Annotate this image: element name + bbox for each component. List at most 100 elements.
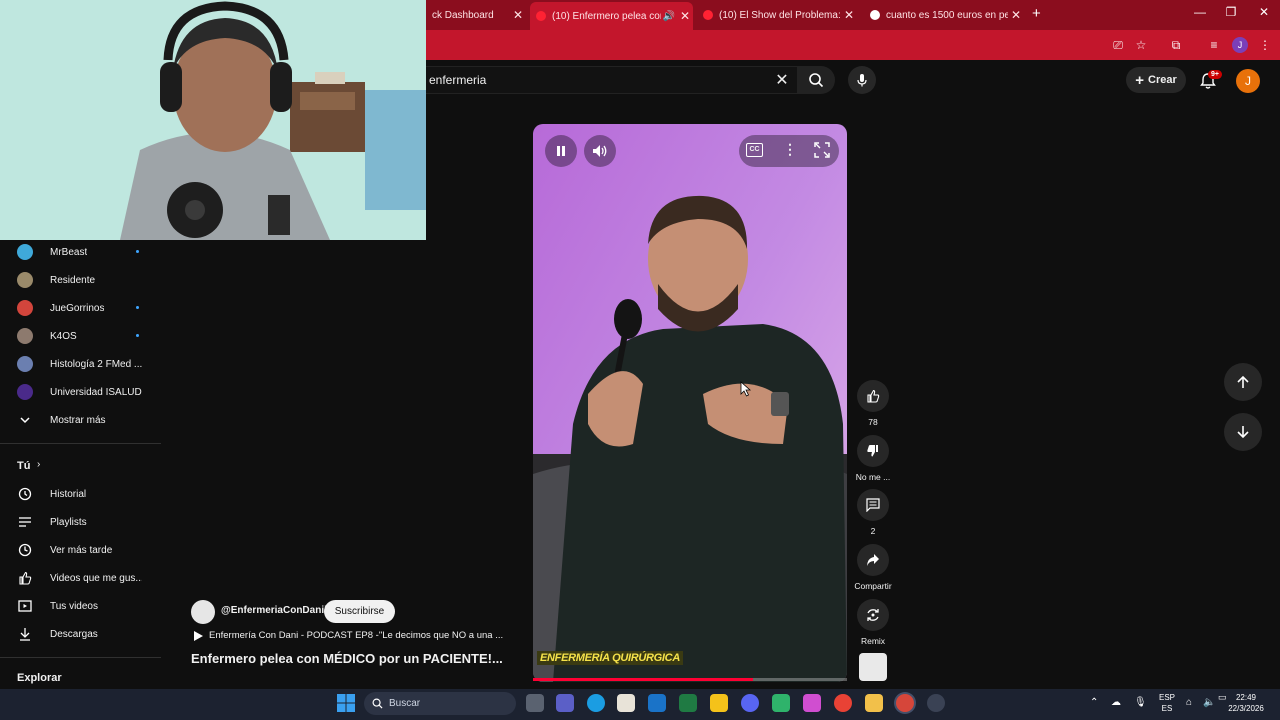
- sidebar-item-histologia[interactable]: Histología 2 FMed ...: [0, 350, 162, 378]
- windows-start-icon[interactable]: [337, 694, 355, 712]
- new-content-dot: [136, 306, 139, 309]
- video-progress-bar[interactable]: [533, 678, 847, 681]
- store-icon[interactable]: [617, 694, 635, 712]
- search-query[interactable]: enfermeria: [429, 73, 486, 87]
- task-view-icon[interactable]: [526, 694, 544, 712]
- search-icon: [372, 698, 383, 709]
- webcam-person-image: [0, 0, 426, 240]
- clock-widget[interactable]: 22:49 22/3/2026: [1224, 692, 1268, 714]
- remix-button[interactable]: [857, 599, 889, 631]
- subscribe-button[interactable]: Suscribirse: [324, 600, 395, 623]
- sidebar-item-descargas[interactable]: Descargas: [0, 620, 162, 648]
- browser-menu-icon[interactable]: ⋮: [1257, 37, 1273, 53]
- app-icon[interactable]: [772, 694, 790, 712]
- playlists-icon: [17, 514, 33, 530]
- sidebar-divider: [0, 657, 161, 658]
- play-icon: [194, 630, 203, 641]
- discord-icon[interactable]: [741, 694, 759, 712]
- network-icon[interactable]: ⌂: [1186, 697, 1192, 708]
- edge-icon[interactable]: [587, 694, 605, 712]
- sidebar-item-label: Residente: [50, 274, 96, 286]
- sticky-notes-icon[interactable]: [710, 694, 728, 712]
- more-options-icon[interactable]: ⋮: [783, 141, 797, 158]
- channel-avatar: [17, 300, 33, 316]
- previous-short-button[interactable]: [1224, 363, 1262, 401]
- shorts-video-player[interactable]: [533, 124, 847, 682]
- youtube-favicon-icon: [536, 11, 546, 21]
- chrome-active-icon[interactable]: [896, 694, 914, 712]
- settings-gear-icon[interactable]: [927, 694, 945, 712]
- search-button[interactable]: [797, 66, 835, 94]
- captions-icon[interactable]: CC: [746, 143, 763, 157]
- tab-dashboard[interactable]: ck Dashboard ✕: [426, 3, 526, 27]
- voice-search-button[interactable]: [848, 66, 876, 94]
- sidebar-item-label: MrBeast: [50, 246, 88, 258]
- sidebar-item-residente[interactable]: Residente: [0, 266, 162, 294]
- window-close-icon[interactable]: ✕: [1254, 5, 1274, 19]
- sidebar-section-you[interactable]: Tú ›: [0, 452, 162, 480]
- file-explorer-icon[interactable]: [865, 694, 883, 712]
- close-icon[interactable]: ✕: [841, 8, 857, 22]
- extensions-icon[interactable]: ⧉: [1168, 37, 1184, 53]
- browser-profile-avatar[interactable]: J: [1232, 37, 1248, 53]
- search-icon: [809, 73, 824, 88]
- volume-button[interactable]: [584, 135, 616, 167]
- tab-show-del-problema[interactable]: (10) El Show del Problema: Prog ✕: [697, 3, 857, 27]
- outlook-icon[interactable]: [648, 694, 666, 712]
- sidebar-item-tus-videos[interactable]: Tus videos: [0, 592, 162, 620]
- cast-icon[interactable]: ⎚: [1110, 37, 1126, 53]
- bookmark-star-icon[interactable]: ☆: [1133, 37, 1149, 53]
- sidebar-item-historial[interactable]: Historial: [0, 480, 162, 508]
- clear-search-icon[interactable]: ✕: [772, 70, 792, 90]
- chevron-up-icon[interactable]: ⌃: [1090, 697, 1098, 708]
- thumbs-up-icon: [17, 570, 33, 586]
- tab-title: (10) Enfermero pelea con M: [552, 10, 661, 22]
- sidebar-item-playlists[interactable]: Playlists: [0, 508, 162, 536]
- minimize-icon[interactable]: —: [1190, 5, 1210, 19]
- comments-button[interactable]: [857, 489, 889, 521]
- new-tab-button[interactable]: +: [1032, 5, 1041, 22]
- sidebar-item-k4os[interactable]: K4OS: [0, 322, 162, 350]
- speaker-icon[interactable]: 🔊: [661, 11, 677, 22]
- thumbs-up-icon: [867, 389, 880, 403]
- media-control-icon[interactable]: ≡: [1206, 37, 1222, 53]
- excel-icon[interactable]: [679, 694, 697, 712]
- channel-name[interactable]: @EnfermeriaConDanii: [221, 605, 327, 616]
- google-favicon-icon: [870, 10, 880, 20]
- sidebar-show-more[interactable]: Mostrar más: [0, 406, 162, 434]
- share-button[interactable]: [857, 544, 889, 576]
- close-icon[interactable]: ✕: [677, 9, 693, 23]
- microphone-tray-icon[interactable]: 🎙: [1134, 697, 1147, 708]
- account-avatar[interactable]: J: [1236, 69, 1260, 93]
- sound-thumbnail[interactable]: [859, 653, 887, 681]
- taskbar-search[interactable]: Buscar: [364, 692, 516, 715]
- sidebar-item-isalud[interactable]: Universidad ISALUD: [0, 378, 162, 406]
- playlist-link[interactable]: Enfermería Con Dani - PODCAST EP8 -"Le d…: [193, 630, 503, 641]
- dislike-button[interactable]: [857, 435, 889, 467]
- close-icon[interactable]: ✕: [1008, 8, 1024, 22]
- close-icon[interactable]: ✕: [510, 8, 526, 22]
- sidebar-item-mrbeast[interactable]: MrBeast: [0, 238, 162, 266]
- language-indicator[interactable]: ESP ES: [1157, 692, 1177, 714]
- channel-avatar: [17, 328, 33, 344]
- chevron-down-icon: [17, 412, 33, 428]
- speaker-tray-icon[interactable]: 🔈: [1203, 697, 1215, 708]
- fullscreen-icon[interactable]: [814, 142, 830, 158]
- tab-enfermero-video[interactable]: (10) Enfermero pelea con M 🔊 ✕: [530, 2, 693, 30]
- tab-google-search[interactable]: cuanto es 1500 euros en pesos ✕: [864, 3, 1024, 27]
- create-button[interactable]: + Crear: [1126, 67, 1186, 93]
- sidebar-item-label: Universidad ISALUD: [50, 386, 142, 398]
- like-button[interactable]: [857, 380, 889, 412]
- sidebar-item-ver-mas-tarde[interactable]: Ver más tarde: [0, 536, 162, 564]
- sidebar-item-juegorrinos[interactable]: JueGorrinos: [0, 294, 162, 322]
- onedrive-cloud-icon[interactable]: ☁: [1111, 697, 1121, 708]
- video-frame-image: [533, 124, 847, 682]
- copilot-icon[interactable]: [803, 694, 821, 712]
- pause-button[interactable]: [545, 135, 577, 167]
- chrome-icon[interactable]: [834, 694, 852, 712]
- next-short-button[interactable]: [1224, 413, 1262, 451]
- restore-icon[interactable]: ❐: [1221, 5, 1241, 19]
- sidebar-item-liked-videos[interactable]: Videos que me gus...: [0, 564, 162, 592]
- channel-avatar[interactable]: [191, 600, 215, 624]
- teams-icon[interactable]: [556, 694, 574, 712]
